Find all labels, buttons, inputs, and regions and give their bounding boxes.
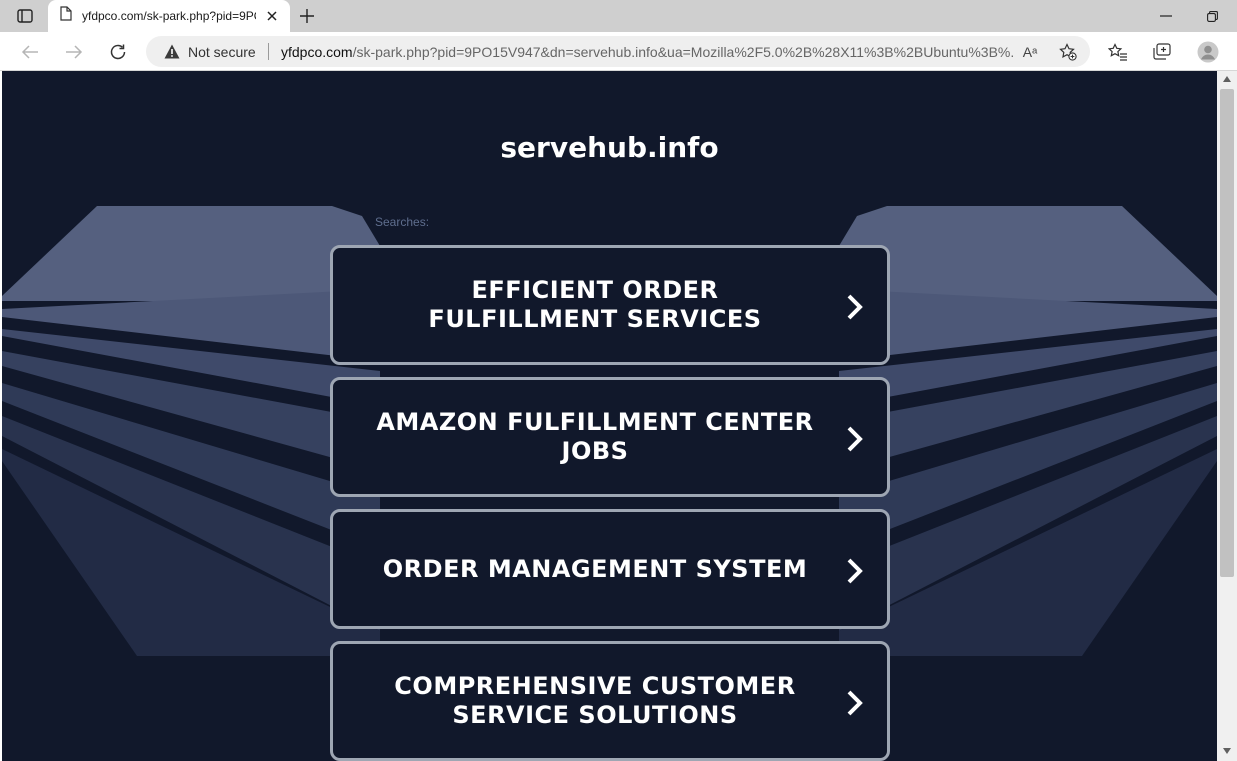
search-link-label: COMPREHENSIVE CUSTOMER SERVICE SOLUTIONS <box>394 672 796 729</box>
search-link-label: ORDER MANAGEMENT SYSTEM <box>382 554 808 583</box>
chevron-right-icon <box>847 426 863 452</box>
site-title: servehub.info <box>500 131 719 164</box>
warning-icon[interactable] <box>164 44 180 59</box>
browser-toolbar: Not secure yfdpco.com/sk-park.php?pid=9P… <box>0 32 1237 71</box>
restore-icon[interactable] <box>1202 6 1222 26</box>
chevron-right-icon <box>847 294 863 320</box>
security-status[interactable]: Not secure <box>188 44 256 60</box>
collections-icon[interactable] <box>1150 40 1174 64</box>
refresh-icon[interactable] <box>106 40 130 64</box>
chevron-right-icon <box>847 558 863 584</box>
browser-tab[interactable]: yfdpco.com/sk-park.php?pid=9PO15V947 <box>48 0 290 32</box>
tab-actions-icon[interactable] <box>14 7 36 25</box>
forward-icon[interactable] <box>62 40 86 64</box>
url-host: yfdpco.com <box>281 44 353 60</box>
search-link-1[interactable]: EFFICIENT ORDER FULFILLMENT SERVICES <box>330 245 890 365</box>
close-tab-icon[interactable] <box>264 8 280 24</box>
search-link-3[interactable]: ORDER MANAGEMENT SYSTEM <box>330 509 890 629</box>
search-link-2[interactable]: AMAZON FULFILLMENT CENTER JOBS <box>330 377 890 497</box>
read-aloud-icon[interactable]: Aᵃ <box>1020 42 1040 62</box>
profile-avatar-icon[interactable] <box>1196 40 1220 64</box>
scroll-down-arrow-icon[interactable] <box>1222 747 1232 755</box>
url-text[interactable]: yfdpco.com/sk-park.php?pid=9PO15V947&dn=… <box>281 44 1013 60</box>
new-tab-icon[interactable] <box>296 5 318 27</box>
scroll-up-arrow-icon[interactable] <box>1222 75 1232 83</box>
chevron-right-icon <box>847 690 863 716</box>
page-viewport: servehub.info Searches: EFFICIENT ORDER … <box>2 71 1217 761</box>
search-link-4[interactable]: COMPREHENSIVE CUSTOMER SERVICE SOLUTIONS <box>330 641 890 761</box>
scrollbar-thumb[interactable] <box>1220 89 1234 577</box>
searches-label: Searches: <box>375 215 430 229</box>
favorites-icon[interactable] <box>1106 40 1130 64</box>
tab-strip: yfdpco.com/sk-park.php?pid=9PO15V947 <box>0 0 1237 32</box>
vertical-scrollbar[interactable] <box>1217 71 1237 761</box>
search-link-label: EFFICIENT ORDER FULFILLMENT SERVICES <box>428 276 762 333</box>
page-icon <box>60 6 72 26</box>
search-link-label: AMAZON FULFILLMENT CENTER JOBS <box>376 408 814 465</box>
url-path: /sk-park.php?pid=9PO15V947&dn=servehub.i… <box>352 44 1013 60</box>
add-favorite-icon[interactable] <box>1058 42 1078 62</box>
address-bar[interactable]: Not secure yfdpco.com/sk-park.php?pid=9P… <box>146 36 1090 67</box>
minimize-icon[interactable] <box>1156 6 1176 26</box>
tab-title: yfdpco.com/sk-park.php?pid=9PO15V947 <box>82 9 256 23</box>
omnibox-divider <box>268 43 269 60</box>
back-icon[interactable] <box>18 40 42 64</box>
